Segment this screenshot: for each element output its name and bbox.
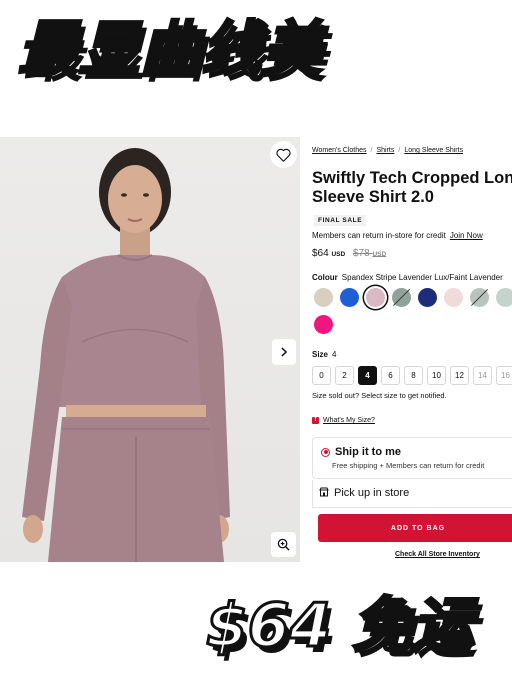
zoom-in-icon (277, 538, 290, 551)
price-currency: USD (331, 251, 346, 258)
colour-swatch[interactable] (496, 288, 512, 307)
zoom-button[interactable] (271, 532, 296, 557)
ship-subtitle: Free shipping + Members can return for c… (332, 461, 485, 470)
size-label: Size (312, 350, 329, 359)
size-label-row: Size 4 (312, 350, 336, 359)
tag-icon: T (312, 417, 319, 424)
colour-swatch[interactable] (340, 288, 359, 307)
size-option-8[interactable]: 8 (404, 366, 423, 385)
product-image[interactable] (0, 137, 300, 562)
size-option-14[interactable]: 14 (473, 366, 492, 385)
ship-option[interactable]: Ship it to me Free shipping + Members ca… (312, 437, 512, 479)
size-option-10[interactable]: 10 (427, 366, 446, 385)
breadcrumb-womens[interactable]: Women's Clothes (312, 147, 367, 154)
colour-swatch[interactable] (366, 288, 385, 307)
model-illustration (22, 148, 230, 562)
size-option-2[interactable]: 2 (335, 366, 354, 385)
price: $64 USD $78 USD (312, 248, 386, 259)
selected-colour-name: Spandex Stripe Lavender Lux/Faint Lavend… (341, 273, 503, 282)
join-now-link[interactable]: Join Now (450, 231, 483, 240)
price-banner-caption: $64 免运 (204, 590, 473, 663)
heart-icon (276, 148, 291, 162)
size-guide-label[interactable]: What's My Size? (323, 417, 375, 424)
add-to-bag-button[interactable]: ADD TO BAG (318, 514, 512, 542)
selected-size: 4 (332, 350, 337, 359)
size-option-6[interactable]: 6 (381, 366, 400, 385)
ship-radio[interactable] (321, 447, 330, 457)
colour-swatch[interactable] (444, 288, 463, 307)
size-option-4[interactable]: 4 (358, 366, 377, 385)
colour-swatch[interactable] (392, 288, 411, 307)
product-details-panel: Women's Clothes / Shirts / Long Sleeve Shirt… (300, 137, 512, 562)
size-option-12[interactable]: 12 (450, 366, 469, 385)
check-inventory-link[interactable]: Check All Store Inventory (395, 551, 480, 558)
colour-label: Colour (312, 273, 338, 282)
size-option-0[interactable]: 0 (312, 366, 331, 385)
colour-swatch[interactable] (314, 288, 333, 307)
next-image-button[interactable] (272, 339, 296, 365)
pickup-option[interactable]: Pick up in store (312, 480, 512, 508)
final-sale-badge: FINAL SALE (314, 215, 367, 226)
original-price: $78 USD (352, 248, 387, 259)
members-text: Members can return in-store for credit (312, 231, 446, 240)
breadcrumb: Women's Clothes / Shirts / Long Sleeve Shirt… (312, 147, 463, 154)
headline-caption: 最显曲线美 (17, 14, 324, 87)
members-note: Members can return in-store for credit Jo… (312, 231, 483, 240)
size-sold-out-message: Size sold out? Select size to get notifi… (312, 391, 447, 400)
pickup-title: Pick up in store (334, 487, 410, 499)
favorite-button[interactable] (270, 141, 297, 168)
size-options: 0 2 4 6 8 10 12 14 16 (312, 366, 512, 388)
size-option-16[interactable]: 16 (496, 366, 512, 385)
breadcrumb-long-sleeve[interactable]: Long Sleeve Shirts (404, 147, 463, 154)
breadcrumb-separator: / (398, 147, 401, 154)
ship-title: Ship it to me (335, 446, 401, 458)
colour-swatch[interactable] (470, 288, 489, 307)
colour-swatch[interactable] (314, 315, 333, 334)
breadcrumb-separator: / (370, 147, 373, 154)
store-icon (319, 487, 329, 497)
colour-swatch[interactable] (418, 288, 437, 307)
colour-label-row: Colour Spandex Stripe Lavender Lux/Faint … (312, 273, 503, 282)
chevron-right-icon (281, 347, 288, 357)
product-title: Swiftly Tech Cropped Long Sleeve Shirt 2… (312, 169, 512, 206)
size-guide-link[interactable]: T What's My Size? (312, 417, 375, 424)
current-price: $64 (312, 248, 329, 259)
breadcrumb-shirts[interactable]: Shirts (376, 147, 394, 154)
